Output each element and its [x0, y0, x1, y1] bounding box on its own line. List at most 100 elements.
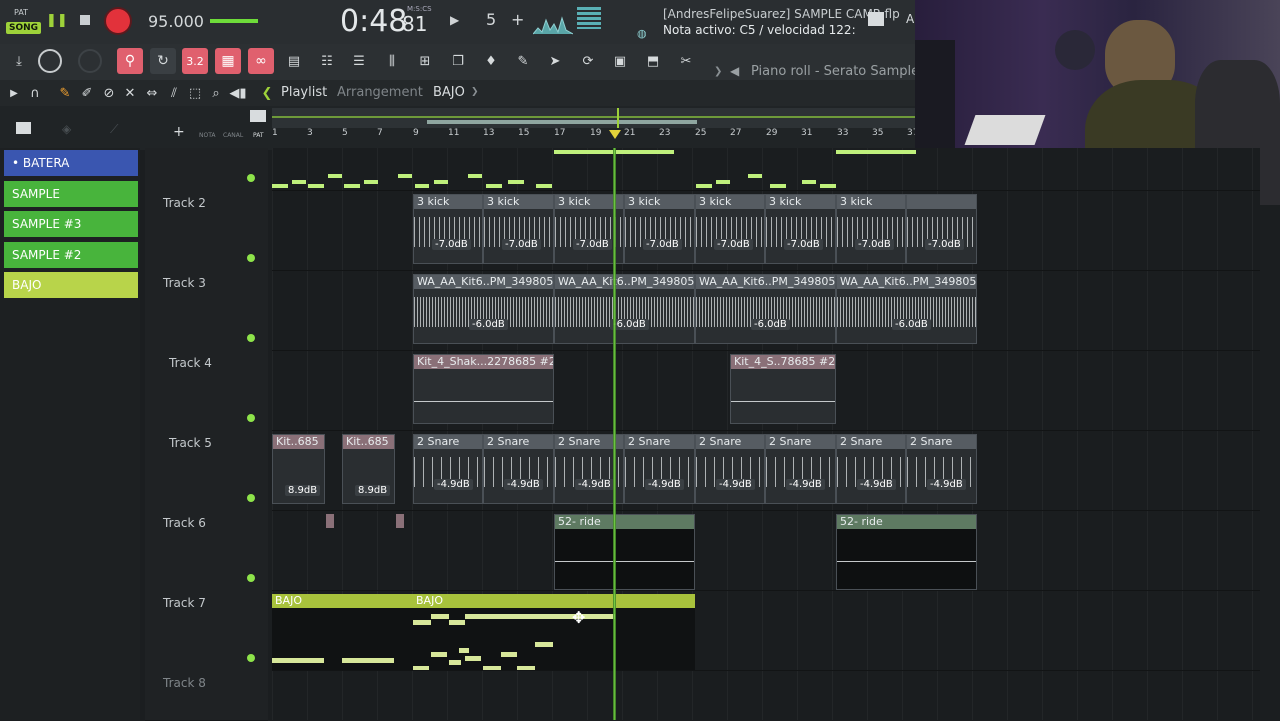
mixer-icon[interactable]: ⫼ — [383, 52, 401, 70]
cut-icon[interactable]: ✂ — [677, 52, 695, 70]
current-pattern-label[interactable]: BAJO — [433, 85, 465, 100]
pattern-arrow-icon[interactable]: ❯ — [471, 87, 479, 97]
slice-tool-icon[interactable]: ⫽ — [165, 84, 183, 102]
clip-snare[interactable]: 2 Snare -4.9dB — [413, 434, 483, 504]
clip-kit6[interactable]: WA_AA_Kit6..PM_3498054 -6.0dB — [836, 274, 977, 344]
delete-tool-icon[interactable]: ⊘ — [100, 84, 118, 102]
track-header-2[interactable]: Track 2 — [145, 190, 268, 271]
main-pitch-knob[interactable] — [78, 49, 102, 73]
track-header-6[interactable]: Track 6 — [145, 510, 268, 591]
track-header-4[interactable]: Track 4 — [145, 350, 268, 431]
playlist-subtitle[interactable]: Arrangement — [337, 85, 423, 100]
clip-kick[interactable]: -7.0dB — [906, 194, 977, 264]
clip-snare[interactable]: 2 Snare -4.9dB — [483, 434, 554, 504]
pat-mode-label[interactable]: PAT — [14, 8, 28, 17]
channel-rack-icon[interactable]: ☷ — [318, 52, 336, 70]
track-mute-led[interactable] — [247, 494, 255, 502]
clip-snare[interactable]: 2 Snare -4.9dB — [695, 434, 765, 504]
track-mute-led[interactable] — [247, 334, 255, 342]
clip-snare[interactable]: 2 Snare -4.9dB — [765, 434, 836, 504]
plugin-icon[interactable]: ♦ — [482, 52, 500, 70]
save-icon[interactable]: ▣ — [611, 52, 629, 70]
clip-kit[interactable]: Kit..685 8.9dB — [272, 434, 325, 504]
clip-kit6[interactable]: WA_AA_Kit6..PM_3498054 -6.0dB — [554, 274, 695, 344]
playlist-overview[interactable] — [272, 108, 915, 128]
track-header-3[interactable]: Track 3 — [145, 270, 268, 351]
clip-snare[interactable]: 2 Snare -4.9dB — [624, 434, 695, 504]
expand-arrow-icon[interactable]: ❯ — [714, 66, 722, 77]
pause-icon[interactable]: ❚❚ — [46, 13, 68, 28]
clip-bajo[interactable]: BAJO — [413, 594, 695, 670]
track-mute-led[interactable] — [247, 254, 255, 262]
track-header-5[interactable]: Track 5 — [145, 430, 268, 511]
refresh-icon[interactable]: ⟳ — [579, 52, 597, 70]
step-edit-button[interactable]: ▦ — [215, 48, 241, 74]
pattern-item-sample-3[interactable]: SAMPLE #3 — [4, 211, 138, 237]
audio-wave-icon[interactable]: ◈ — [62, 122, 71, 136]
piano-keys-icon[interactable] — [16, 122, 31, 134]
add-track-icon[interactable]: + — [173, 124, 185, 140]
pattern-item-batera[interactable]: • BATERA — [4, 150, 138, 176]
clip-snare[interactable]: 2 Snare -4.9dB — [906, 434, 977, 504]
record-button[interactable] — [106, 9, 130, 33]
mic-icon[interactable]: ✎ — [514, 52, 532, 70]
send-icon[interactable]: ➤ — [546, 52, 564, 70]
select-tool-icon[interactable]: ⬚ — [186, 84, 204, 102]
clip-shaker[interactable]: Kit_4_S..78685 #2 — [730, 354, 836, 424]
pattern-picker-icon[interactable] — [250, 110, 266, 122]
browser-icon[interactable]: ▤ — [285, 52, 303, 70]
clip-kit6[interactable]: WA_AA_Kit6..PM_3498054 -6.0dB — [413, 274, 554, 344]
pencil-icon[interactable]: ✎ — [56, 84, 74, 102]
clip-kick[interactable]: 3 kick -7.0dB — [413, 194, 483, 264]
download-icon[interactable]: ⤓ — [10, 52, 28, 70]
play-arrow-icon[interactable]: ▶ — [450, 13, 459, 27]
clip-kick[interactable]: 3 kick -7.0dB — [483, 194, 554, 264]
tempo-display[interactable]: 95.000 — [148, 12, 204, 31]
timeline-ruler[interactable]: 1 3 5 7 9 11 13 15 17 19 21 23 25 27 29 … — [272, 128, 918, 150]
render-icon[interactable]: ⬒ — [644, 52, 662, 70]
playback-tool-icon[interactable]: ◀▮ — [229, 84, 247, 102]
countdown-button[interactable]: 3.2 — [182, 48, 208, 74]
stop-icon[interactable] — [80, 15, 90, 25]
main-volume-knob[interactable] — [38, 49, 62, 73]
playlist-lanes[interactable]: 3 kick -7.0dB 3 kick -7.0dB 3 kick -7.0dB 3… — [272, 148, 1260, 720]
slip-tool-icon[interactable]: ⇔ — [143, 84, 161, 102]
track-header-7[interactable]: Track 7 — [145, 590, 268, 671]
clip-shaker[interactable]: Kit_4_Shak...2278685 #2 — [413, 354, 554, 424]
magnet-icon[interactable]: ∩ — [26, 84, 44, 102]
clip-kick[interactable]: 3 kick -7.0dB — [695, 194, 765, 264]
playlist-icon[interactable]: ☰ — [350, 52, 368, 70]
track-mute-led[interactable] — [247, 174, 255, 182]
clip-kick[interactable]: 3 kick -7.0dB — [765, 194, 836, 264]
clip-kit6[interactable]: WA_AA_Kit6..PM_3498054 -6.0dB — [695, 274, 836, 344]
pattern-item-bajo[interactable]: BAJO — [4, 272, 138, 298]
track-mute-led[interactable] — [247, 574, 255, 582]
clip-snare[interactable]: 2 Snare -4.9dB — [836, 434, 906, 504]
track-header-1[interactable] — [145, 148, 268, 191]
brush-icon[interactable]: ✐ — [78, 84, 96, 102]
clip-bajo[interactable]: BAJO — [272, 594, 413, 670]
pattern-item-sample-2[interactable]: SAMPLE #2 — [4, 242, 138, 268]
clip-kick[interactable]: 3 kick -7.0dB — [624, 194, 695, 264]
clip-kick[interactable]: 3 kick -7.0dB — [836, 194, 906, 264]
metronome-button[interactable]: ⚲ — [117, 48, 143, 74]
zoom-tool-icon[interactable]: ⌕ — [207, 84, 225, 102]
song-mode-button[interactable]: SONG — [6, 22, 42, 34]
track-mute-led[interactable] — [247, 414, 255, 422]
clip-kit[interactable]: Kit..685 8.9dB — [342, 434, 395, 504]
playhead-marker-icon[interactable] — [609, 130, 621, 139]
pattern-number[interactable]: 5 — [486, 10, 496, 29]
master-volume-slider[interactable] — [210, 19, 258, 23]
automation-icon[interactable]: ⟋ — [110, 122, 118, 137]
add-pattern-button[interactable]: + — [511, 10, 524, 29]
pattern-item-sample[interactable]: SAMPLE — [4, 181, 138, 207]
blend-notes-button[interactable]: ∞ — [248, 48, 274, 74]
playlist-menu-arrow-icon[interactable]: ▶ — [5, 84, 23, 102]
piano-icon[interactable] — [868, 12, 884, 26]
clip-ride[interactable]: 52- ride — [836, 514, 977, 590]
track-mute-led[interactable] — [247, 654, 255, 662]
mute-tool-icon[interactable]: ✕ — [121, 84, 139, 102]
clip-ride[interactable]: 52- ride — [554, 514, 695, 590]
routing-icon[interactable]: ⊞ — [416, 52, 434, 70]
track-header-8[interactable]: Track 8 — [145, 670, 268, 721]
